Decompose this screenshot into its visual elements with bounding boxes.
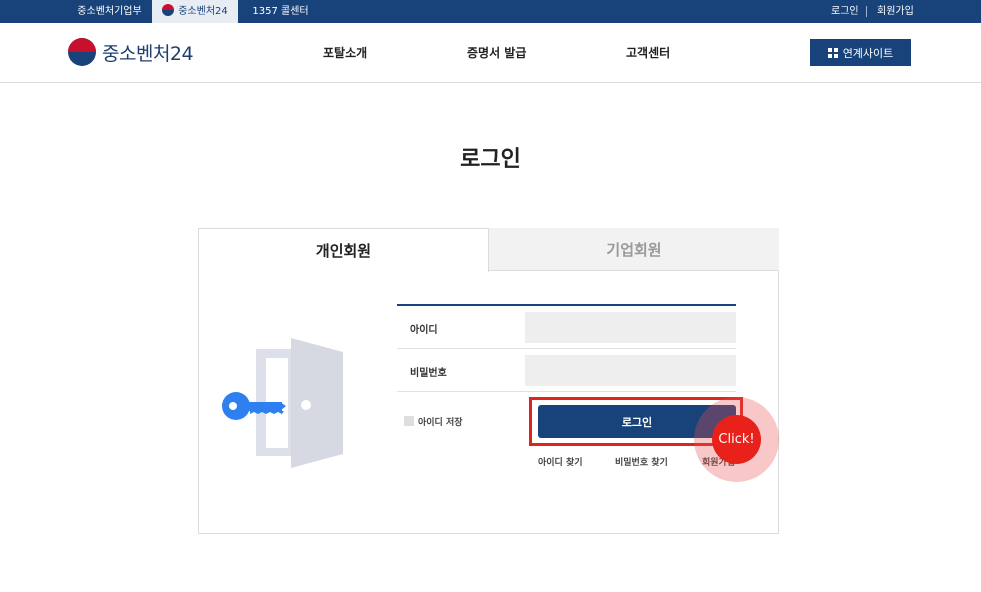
logo-text: 중소벤처24	[102, 42, 194, 65]
tab-personal-member[interactable]: 개인회원	[198, 228, 489, 272]
page-title: 로그인	[460, 147, 521, 172]
find-id-link[interactable]: 아이디 찾기	[538, 455, 583, 468]
save-id-checkbox[interactable]	[404, 416, 414, 426]
util-divider	[866, 6, 867, 17]
tab-callcenter[interactable]: 1357 콜센터	[238, 0, 323, 23]
nav-customer-center[interactable]: 고객센터	[626, 44, 670, 61]
find-password-link[interactable]: 비밀번호 찾기	[615, 455, 668, 468]
password-label: 비밀번호	[410, 368, 447, 379]
tab-corporate-label: 기업회원	[606, 240, 662, 259]
site-logo[interactable]: 중소벤처24	[68, 38, 194, 66]
tab-smes24-label: 중소벤처24	[178, 6, 228, 17]
tab-callcenter-label: 1357 콜센터	[252, 6, 309, 17]
save-id-label[interactable]: 아이디 저장	[418, 415, 463, 428]
tab-smes24[interactable]: 중소벤처24	[152, 0, 238, 23]
related-sites-button[interactable]: 연계사이트	[810, 39, 911, 66]
top-signup-link[interactable]: 회원가입	[877, 0, 914, 23]
login-submit-label: 로그인	[621, 415, 653, 429]
taegeuk-icon	[162, 4, 175, 16]
tab-mss-label: 중소벤처기업부	[77, 6, 142, 17]
row-divider	[397, 348, 736, 349]
taegeuk-logo-icon	[68, 38, 96, 66]
password-input[interactable]	[525, 355, 736, 386]
tab-corporate-member[interactable]: 기업회원	[489, 228, 779, 271]
form-top-border	[397, 304, 736, 306]
nav-portal-intro[interactable]: 포탈소개	[323, 44, 367, 61]
top-login-link[interactable]: 로그인	[831, 0, 859, 23]
click-indicator-label: Click!	[718, 432, 755, 447]
row-divider	[397, 391, 736, 392]
id-input[interactable]	[525, 312, 736, 343]
main-header: 중소벤처24 포탈소개 증명서 발급 고객센터 연계사이트	[0, 23, 981, 83]
id-label: 아이디	[410, 325, 438, 336]
click-indicator: Click!	[712, 415, 761, 464]
related-sites-label: 연계사이트	[842, 46, 894, 60]
tab-mss[interactable]: 중소벤처기업부	[67, 0, 152, 23]
grid-icon	[827, 47, 838, 58]
nav-certificate[interactable]: 증명서 발급	[467, 44, 526, 61]
tab-personal-label: 개인회원	[315, 242, 372, 260]
door-key-illustration	[222, 338, 343, 468]
top-utility-bar: 중소벤처기업부 중소벤처24 1357 콜센터 로그인 회원가입	[0, 0, 981, 23]
